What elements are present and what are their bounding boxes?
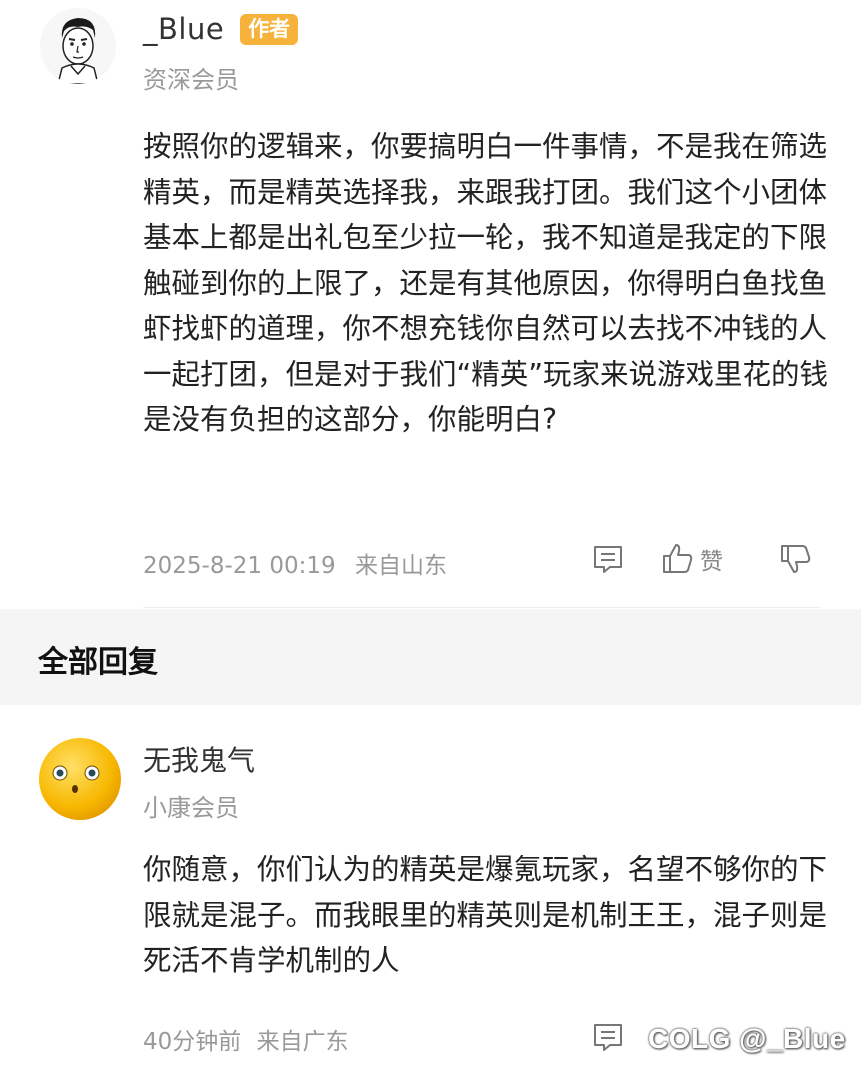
like-label: 赞: [700, 549, 723, 575]
smiley-face-avatar-icon: [39, 738, 121, 820]
section-title: 全部回复: [38, 645, 158, 680]
reply-location: 来自广东: [256, 1029, 349, 1055]
post-card: _Blue 作者 资深会员 按照你的逻辑来，你要搞明白一件事情，不是我在筛选精英…: [0, 0, 861, 608]
reply-timestamp: 40分钟前: [143, 1029, 242, 1055]
post-content: 按照你的逻辑来，你要搞明白一件事情，不是我在筛选精英，而是精英选择我，来跟我打团…: [143, 130, 829, 436]
post-location: 来自山东: [354, 553, 447, 579]
like-button[interactable]: 赞: [660, 541, 723, 577]
cartoon-face-avatar-icon: [40, 8, 116, 84]
watermark: COLG @_Blue: [648, 1023, 846, 1054]
comment-icon: [594, 1024, 622, 1051]
author-badge: 作者: [240, 13, 299, 45]
post-timestamp: 2025-8-21 00:19: [143, 553, 336, 579]
comment-button[interactable]: [590, 541, 626, 577]
thumbs-up-icon: [663, 544, 693, 573]
replies-section-header: 全部回复: [0, 609, 861, 705]
reply-item: 无我鬼气 小康会员 你随意，你们认为的精英是爆氪玩家，名望不够你的下限就是混子。…: [0, 705, 861, 1075]
member-level: 资深会员: [143, 66, 239, 94]
reply-content: 你随意，你们认为的精英是爆氪玩家，名望不够你的下限就是混子。而我眼里的精英则是机…: [143, 853, 828, 977]
username[interactable]: _Blue: [143, 12, 224, 46]
avatar[interactable]: [38, 737, 122, 821]
reply-username[interactable]: 无我鬼气: [143, 739, 255, 779]
author-name-row: _Blue 作者: [143, 12, 299, 46]
member-level: 小康会员: [143, 794, 239, 822]
dislike-button[interactable]: [778, 541, 814, 577]
comment-icon: [594, 546, 622, 573]
divider: [143, 607, 821, 608]
reply-meta: 40分钟前 来自广东: [143, 1022, 349, 1056]
avatar[interactable]: [40, 8, 116, 84]
thumbs-down-icon: [781, 545, 811, 573]
post-meta: 2025-8-21 00:19 来自山东: [143, 546, 447, 580]
comment-button[interactable]: [590, 1019, 626, 1055]
